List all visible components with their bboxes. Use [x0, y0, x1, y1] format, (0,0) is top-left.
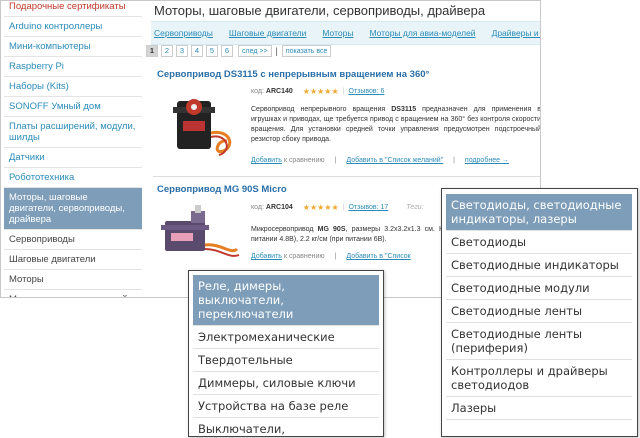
category-tab[interactable]: Шаговые двигатели	[229, 28, 307, 38]
product-meta: код: ARC104 ★★★★★ | Отзывов: 17 Теги:	[251, 203, 424, 212]
sidebar: Подарочные сертификаты Arduino контроллер…	[4, 1, 142, 297]
category-tab[interactable]: Моторы	[322, 28, 353, 38]
next-page-button[interactable]: след >>	[238, 45, 272, 57]
sidebar-item[interactable]: Робототехника	[4, 168, 142, 188]
category-tabs: Сервоприводы Шаговые двигатели Моторы Мотор…	[151, 21, 540, 45]
separator: |	[334, 253, 337, 260]
page-number[interactable]: 1	[146, 45, 158, 57]
category-tab[interactable]: Сервоприводы	[154, 28, 213, 38]
desc-model: MG 90S	[317, 226, 346, 233]
code-label: код:	[251, 204, 264, 211]
desc-text: Микросервопривод	[251, 226, 318, 233]
submenu-header[interactable]: Светодиоды, светодиодные индикаторы, лаз…	[446, 194, 632, 231]
sidebar-item[interactable]: Датчики	[4, 148, 142, 168]
desc-text: Сервопривод непрерывного вращения	[251, 106, 392, 113]
page-number[interactable]: 5	[206, 45, 218, 57]
sidebar-item[interactable]: Arduino контроллеры	[4, 17, 142, 37]
main-content: Моторы, шаговые двигатели, сервоприводы,…	[151, 1, 540, 45]
submenu-header[interactable]: Реле, димеры, выключатели, переключатели	[193, 275, 379, 326]
sidebar-item[interactable]: Сервоприводы	[4, 230, 142, 250]
desc-model: DS3115	[391, 106, 417, 113]
submenu-item[interactable]: Светодиодные индикаторы	[446, 254, 632, 277]
add-to-compare-link[interactable]: Добавить	[251, 157, 282, 164]
category-tab[interactable]: Драйверы и контролле	[492, 28, 540, 38]
pagination: 1 2 3 4 5 6 след >> | показать все	[146, 45, 332, 57]
separator: |	[334, 157, 337, 164]
show-all-button[interactable]: показать все	[281, 45, 332, 57]
submenu-relays: Реле, димеры, выключатели, переключатели…	[188, 270, 384, 438]
submenu-item[interactable]: Светодиодные модули	[446, 277, 632, 300]
product-code: ARC140	[265, 88, 293, 95]
reviews-link[interactable]: Отзывов: 6	[348, 88, 384, 95]
submenu-item[interactable]: Светодиоды	[446, 231, 632, 254]
product-code: ARC104	[265, 204, 293, 211]
product-actions: Добавить к сравнению | Добавить в "Списо…	[251, 253, 411, 260]
sidebar-item[interactable]: Шаговые двигатели	[4, 250, 142, 270]
product-divider	[153, 176, 540, 177]
compare-suffix: к сравнению	[281, 253, 325, 260]
category-tab[interactable]: Моторы для авиа-моделей	[369, 28, 475, 38]
add-to-wishlist-link[interactable]: Добавить в "Список	[346, 253, 410, 260]
product-meta: код: ARC140 ★★★★★ | Отзывов: 6	[251, 87, 385, 96]
submenu-leds: Светодиоды, светодиодные индикаторы, лаз…	[441, 188, 638, 437]
sidebar-item[interactable]: Мини-компьютеры	[4, 37, 142, 57]
submenu-item[interactable]: Диммеры, силовые ключи	[193, 372, 379, 395]
sidebar-item[interactable]: Raspberry Pi	[4, 57, 142, 77]
submenu-item[interactable]: Светодиодные ленты	[446, 300, 632, 323]
product-actions: Добавить к сравнению | Добавить в "Списо…	[251, 157, 509, 164]
sidebar-item[interactable]: SONOFF Умный дом	[4, 97, 142, 117]
submenu-item[interactable]: Выключатели, переключатели	[193, 418, 379, 438]
more-details-link[interactable]: подробнее →	[465, 157, 509, 164]
submenu-item[interactable]: Электромеханические	[193, 326, 379, 349]
page-number[interactable]: 4	[191, 45, 203, 57]
rating-stars-icon: ★★★★★	[302, 87, 339, 96]
product-image-servo-ds3115[interactable]	[161, 81, 245, 165]
sidebar-item[interactable]: Моторы	[4, 270, 142, 290]
separator: |	[453, 157, 455, 164]
page-title: Моторы, шаговые двигатели, сервоприводы,…	[154, 3, 486, 18]
page-number[interactable]: 2	[161, 45, 173, 57]
tags-label: Теги:	[406, 204, 424, 211]
reviews-link[interactable]: Отзывов: 17	[348, 204, 388, 211]
product-description: Сервопривод непрерывного вращения DS3115…	[251, 105, 540, 145]
product-image-servo-mg90s[interactable]	[161, 199, 245, 269]
product-title[interactable]: Сервопривод MG 90S Micro	[157, 184, 287, 195]
compare-suffix: к сравнению	[281, 157, 325, 164]
product-title[interactable]: Сервопривод DS3115 с непрерывным вращени…	[157, 69, 429, 80]
sidebar-item[interactable]: Подарочные сертификаты	[4, 1, 142, 17]
submenu-item[interactable]: Твердотельные	[193, 349, 379, 372]
pager-separator: |	[275, 46, 278, 56]
code-label: код:	[251, 88, 264, 95]
rating-stars-icon: ★★★★★	[302, 203, 339, 212]
sidebar-item[interactable]: Моторы для авиа-моделей	[4, 290, 142, 297]
submenu-item[interactable]: Светодиодные ленты (периферия)	[446, 323, 632, 360]
add-to-compare-link[interactable]: Добавить	[251, 253, 282, 260]
submenu-item[interactable]: Контроллеры и драйверы светодиодов	[446, 360, 632, 397]
submenu-item[interactable]: Устройства на базе реле	[193, 395, 379, 418]
sidebar-item[interactable]: Моторы, шаговые двигатели, сервоприводы,…	[4, 188, 142, 230]
add-to-wishlist-link[interactable]: Добавить в "Список желаний"	[346, 157, 443, 164]
product-description: Микросервопривод MG 90S, размеры 3.2x3.2…	[251, 225, 447, 245]
sidebar-item[interactable]: Наборы (Kits)	[4, 77, 142, 97]
page-number[interactable]: 6	[221, 45, 233, 57]
page-number[interactable]: 3	[176, 45, 188, 57]
submenu-item[interactable]: Лазеры	[446, 397, 632, 420]
sidebar-item[interactable]: Платы расширений, модули, шилды	[4, 117, 142, 148]
